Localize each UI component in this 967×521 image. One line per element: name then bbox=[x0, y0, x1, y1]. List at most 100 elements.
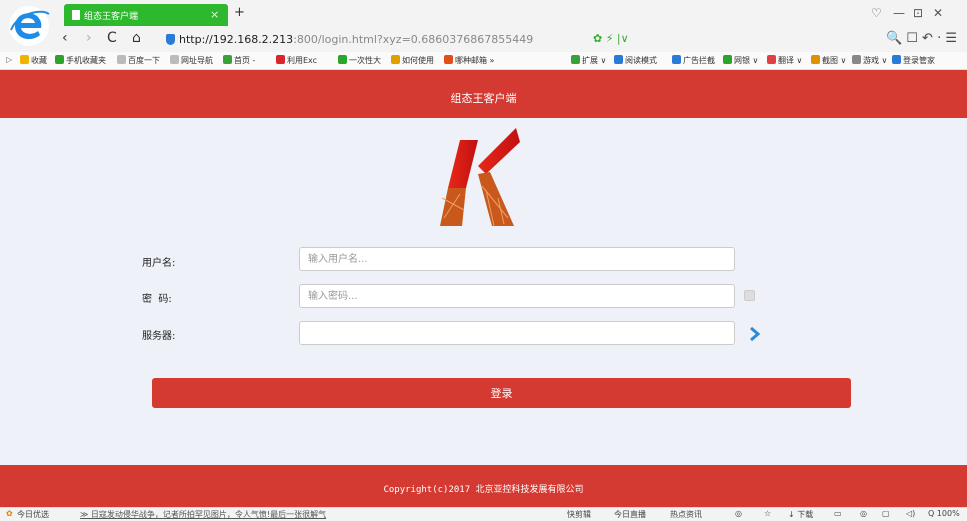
status-tool-item[interactable]: ◁) bbox=[906, 509, 915, 518]
bookmark-item[interactable]: 收藏 bbox=[20, 55, 47, 66]
address-bar: ‹ › C ⌂ http://192.168.2.213:800/login.h… bbox=[0, 27, 967, 52]
skin-icon[interactable]: ♡ bbox=[871, 6, 882, 20]
back-button[interactable]: ‹ bbox=[62, 30, 68, 46]
toolbar-item-icon bbox=[852, 55, 861, 64]
status-tool-item[interactable]: ◎ bbox=[735, 509, 742, 518]
server-label: 服务器: bbox=[142, 331, 176, 342]
home-button[interactable]: ⌂ bbox=[132, 30, 141, 46]
toolbar-item-label: 登录管家 bbox=[903, 56, 935, 65]
remember-password-checkbox[interactable] bbox=[744, 290, 755, 301]
screen: 组态王客户端 × + ♡ — ⊡ ✕ ‹ › C ⌂ http://192.16… bbox=[0, 0, 967, 521]
status-tool-item[interactable]: ▭ bbox=[834, 509, 842, 518]
toolbar-item-label: 阅读模式 bbox=[625, 56, 657, 65]
bookmark-item[interactable]: 网址导航 bbox=[170, 55, 213, 66]
bookmark-label: 一次性大 bbox=[349, 56, 381, 65]
server-input[interactable] bbox=[299, 321, 735, 345]
status-tool-item[interactable]: ▢ bbox=[882, 509, 890, 518]
bookmark-item[interactable]: 手机收藏夹 bbox=[55, 55, 106, 66]
bookmark-icon bbox=[170, 55, 179, 64]
forward-button[interactable]: › bbox=[86, 30, 92, 46]
password-input[interactable] bbox=[299, 284, 735, 308]
status-tool-item[interactable]: 热点资讯 bbox=[670, 509, 702, 520]
chevron-right-icon[interactable] bbox=[748, 326, 762, 342]
username-input[interactable] bbox=[299, 247, 735, 271]
status-tool-item[interactable]: 今日直播 bbox=[614, 509, 646, 520]
bookmark-icon bbox=[276, 55, 285, 64]
bookmark-item[interactable]: 首页 - bbox=[223, 55, 255, 66]
tab-bar: 组态王客户端 × + ♡ — ⊡ ✕ bbox=[0, 0, 967, 46]
bookmark-item[interactable]: 一次性大 bbox=[338, 55, 381, 66]
bookmark-label: 收藏 bbox=[31, 56, 47, 65]
bookmark-label: 如何使用 bbox=[402, 56, 434, 65]
bookmark-icon bbox=[391, 55, 400, 64]
toolbar-item-icon bbox=[571, 55, 580, 64]
toolbar-item-icon bbox=[767, 55, 776, 64]
close-window-button[interactable]: ✕ bbox=[933, 6, 943, 20]
status-tool-item[interactable]: 快剪辑 bbox=[567, 509, 591, 520]
toolbar-item-label: 广告拦截 bbox=[683, 56, 715, 65]
news-ticker-link[interactable]: ≫ 日寇发动侵华战争，记者所拍罕见图片，令人气愤!最后一张很解气 bbox=[80, 509, 326, 520]
reload-button[interactable]: C bbox=[107, 30, 117, 46]
toolbar-item[interactable]: 扩展 ∨ bbox=[571, 55, 606, 66]
minimize-button[interactable]: — bbox=[893, 6, 905, 20]
maximize-button[interactable]: ⊡ bbox=[913, 6, 923, 20]
toolbar-item[interactable]: 翻译 ∨ bbox=[767, 55, 802, 66]
toolbar-item-icon bbox=[811, 55, 820, 64]
bookmark-item[interactable]: 利用Exc bbox=[276, 55, 317, 66]
bookmark-label: 网址导航 bbox=[181, 56, 213, 65]
toolbar-item[interactable]: 登录管家 bbox=[892, 55, 935, 66]
bookmark-label: 哪种邮箱 » bbox=[455, 56, 495, 65]
status-tool-item[interactable]: ↓ 下载 bbox=[788, 509, 813, 520]
toolbar-item-label: 截图 ∨ bbox=[822, 56, 847, 65]
bookmark-label: 利用Exc bbox=[287, 56, 318, 65]
toolbar-item-label: 扩展 ∨ bbox=[582, 56, 607, 65]
app-footer: Copyright(c)2017 北京亚控科技发展有限公司 bbox=[0, 465, 967, 507]
new-tab-button[interactable]: + bbox=[234, 5, 245, 20]
bookmarks-bar: ▷ 收藏 手机收藏夹 百度一下 网址导航 首页 - 利用Exc 一次性大 如何使用 哪种邮箱 »… bbox=[0, 52, 967, 70]
copyright-text: Copyright(c)2017 北京亚控科技发展有限公司 bbox=[383, 485, 584, 495]
toolbar-item-label: 网银 ∨ bbox=[734, 56, 759, 65]
bookmark-icon bbox=[117, 55, 126, 64]
toolbar-item-label: 翻译 ∨ bbox=[778, 56, 803, 65]
bookmark-label: 首页 - bbox=[234, 56, 256, 65]
toolbar-item[interactable]: 网银 ∨ bbox=[723, 55, 758, 66]
toolbar-item[interactable]: 广告拦截 bbox=[672, 55, 715, 66]
bookmark-label: 手机收藏夹 bbox=[66, 56, 106, 65]
app-header: 组态王客户端 bbox=[0, 70, 967, 118]
tab-active[interactable]: 组态王客户端 × bbox=[64, 4, 228, 26]
addr-status-icons[interactable]: ✿ ⚡ |∨ bbox=[593, 32, 629, 45]
login-button[interactable]: 登录 bbox=[152, 378, 851, 408]
today-picks-link[interactable]: 今日优选 bbox=[17, 509, 49, 520]
bookmark-icon bbox=[20, 55, 29, 64]
bookmark-item[interactable]: 如何使用 bbox=[391, 55, 434, 66]
tab-close-icon[interactable]: × bbox=[210, 8, 219, 21]
bookmark-item[interactable]: 哪种邮箱 » bbox=[444, 55, 494, 66]
bookmarks-toggle-icon[interactable]: ▷ bbox=[6, 55, 12, 64]
toolbar-item[interactable]: 阅读模式 bbox=[614, 55, 657, 66]
toolbar-item-icon bbox=[672, 55, 681, 64]
password-label: 密 码: bbox=[142, 294, 172, 305]
browser-chrome: 组态王客户端 × + ♡ — ⊡ ✕ ‹ › C ⌂ http://192.16… bbox=[0, 0, 967, 52]
url-input[interactable]: http://192.168.2.213:800/login.html?xyz=… bbox=[179, 33, 533, 46]
addr-tools[interactable]: 🔍 ☐ ↶ · ☰ bbox=[886, 31, 957, 46]
tab-title: 组态王客户端 bbox=[84, 12, 139, 22]
url-host: http://192.168.2.213 bbox=[179, 33, 294, 46]
status-tool-item[interactable]: ◎ bbox=[860, 509, 867, 518]
url-path: :800/login.html?xyz=0.6860376867855449 bbox=[293, 33, 534, 46]
toolbar-item[interactable]: 截图 ∨ bbox=[811, 55, 846, 66]
toolbar-item-label: 游戏 ∨ bbox=[863, 56, 888, 65]
bookmark-item[interactable]: 百度一下 bbox=[117, 55, 160, 66]
gift-icon: ✿ bbox=[6, 509, 13, 518]
toolbar-item-icon bbox=[892, 55, 901, 64]
username-label: 用户名: bbox=[142, 258, 176, 269]
bookmark-icon bbox=[223, 55, 232, 64]
bookmark-icon bbox=[444, 55, 453, 64]
bookmark-icon bbox=[338, 55, 347, 64]
status-tool-item[interactable]: Q 100% bbox=[928, 509, 960, 518]
bookmark-icon bbox=[55, 55, 64, 64]
status-tool-item[interactable]: ☆ bbox=[764, 509, 771, 518]
toolbar-item-icon bbox=[723, 55, 732, 64]
toolbar-item[interactable]: 游戏 ∨ bbox=[852, 55, 887, 66]
kingview-logo bbox=[440, 128, 520, 227]
secure-shield-icon bbox=[166, 34, 175, 45]
